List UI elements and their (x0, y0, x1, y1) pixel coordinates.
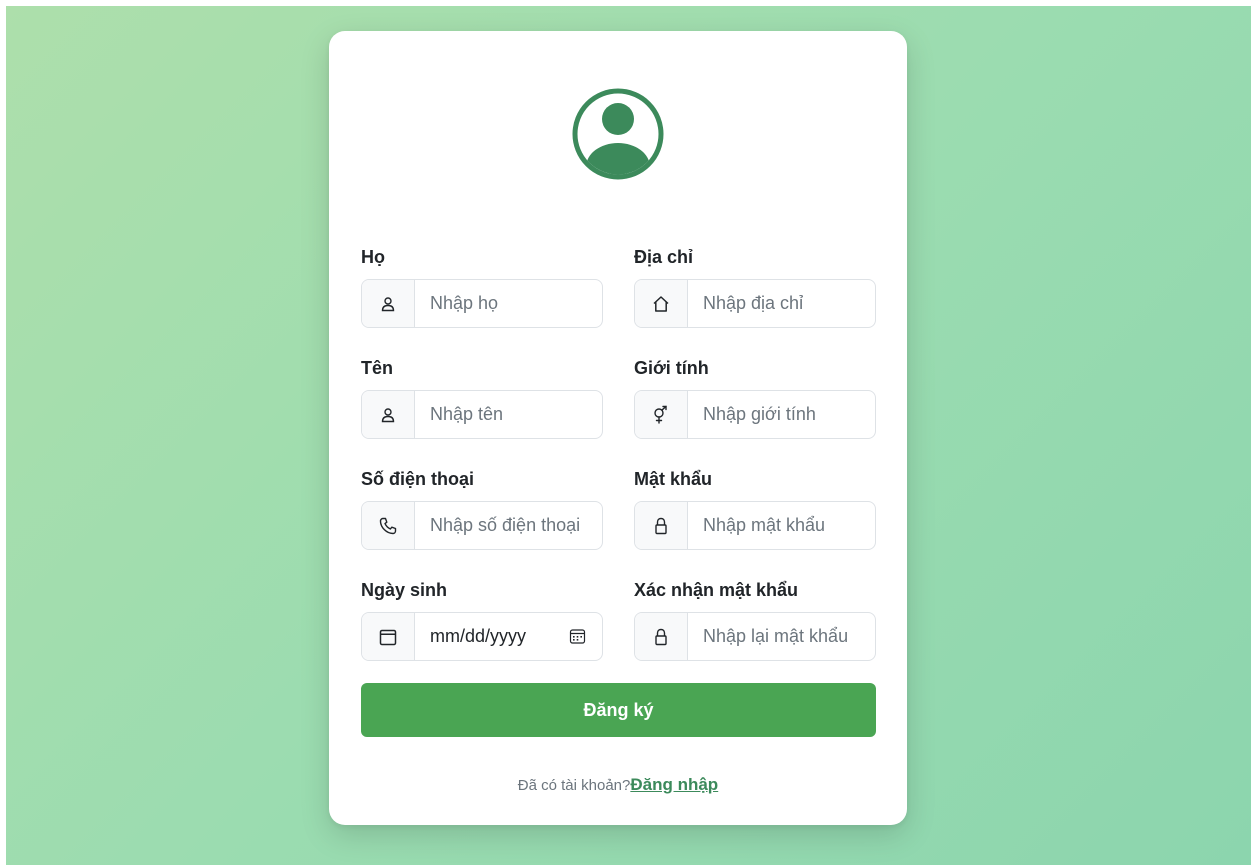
lock-icon (635, 613, 688, 660)
address-input-group (634, 279, 876, 328)
first-name-group: Tên (361, 357, 603, 439)
birthday-input-group: mm/dd/yyyy (361, 612, 603, 661)
lock-icon (635, 502, 688, 549)
address-group: Địa chỉ (634, 246, 876, 328)
first-name-input-group (361, 390, 603, 439)
phone-input[interactable] (415, 502, 602, 549)
birthday-date-input[interactable]: mm/dd/yyyy (415, 613, 602, 660)
confirm-password-label: Xác nhận mật khẩu (634, 580, 799, 600)
confirm-password-input-group (634, 612, 876, 661)
calendar-icon (362, 613, 415, 660)
page-background: Họ Tên (6, 6, 1251, 865)
register-button[interactable]: Đăng ký (361, 683, 876, 737)
password-input[interactable] (688, 502, 875, 549)
gender-icon (635, 391, 688, 438)
birthday-group: Ngày sinh mm/dd/yyyy (361, 579, 603, 661)
password-input-group (634, 501, 876, 550)
login-prompt: Đã có tài khoản?Đăng nhập (329, 774, 907, 797)
person-icon (362, 391, 415, 438)
last-name-input[interactable] (415, 280, 602, 327)
first-name-input[interactable] (415, 391, 602, 438)
register-card: Họ Tên (329, 31, 907, 825)
address-label: Địa chỉ (634, 247, 694, 267)
last-name-group: Họ (361, 246, 603, 328)
person-icon (362, 280, 415, 327)
gender-input[interactable] (688, 391, 875, 438)
first-name-label: Tên (361, 358, 394, 378)
last-name-label: Họ (361, 247, 385, 267)
phone-icon (362, 502, 415, 549)
user-circle-icon (572, 88, 664, 180)
confirm-password-group: Xác nhận mật khẩu (634, 579, 876, 661)
phone-label: Số điện thoại (361, 469, 475, 489)
house-icon (635, 280, 688, 327)
birthday-date-placeholder: mm/dd/yyyy (430, 626, 527, 646)
calendar-picker-icon[interactable] (569, 628, 586, 645)
gender-label: Giới tính (634, 358, 709, 378)
confirm-password-input[interactable] (688, 613, 875, 660)
phone-input-group (361, 501, 603, 550)
gender-input-group (634, 390, 876, 439)
birthday-label: Ngày sinh (361, 580, 448, 600)
password-group: Mật khẩu (634, 468, 876, 550)
login-link[interactable]: Đăng nhập (630, 775, 718, 794)
phone-group: Số điện thoại (361, 468, 603, 550)
address-input[interactable] (688, 280, 875, 327)
last-name-input-group (361, 279, 603, 328)
gender-group: Giới tính (634, 357, 876, 439)
password-label: Mật khẩu (634, 469, 713, 489)
login-prompt-text: Đã có tài khoản? (517, 777, 631, 794)
